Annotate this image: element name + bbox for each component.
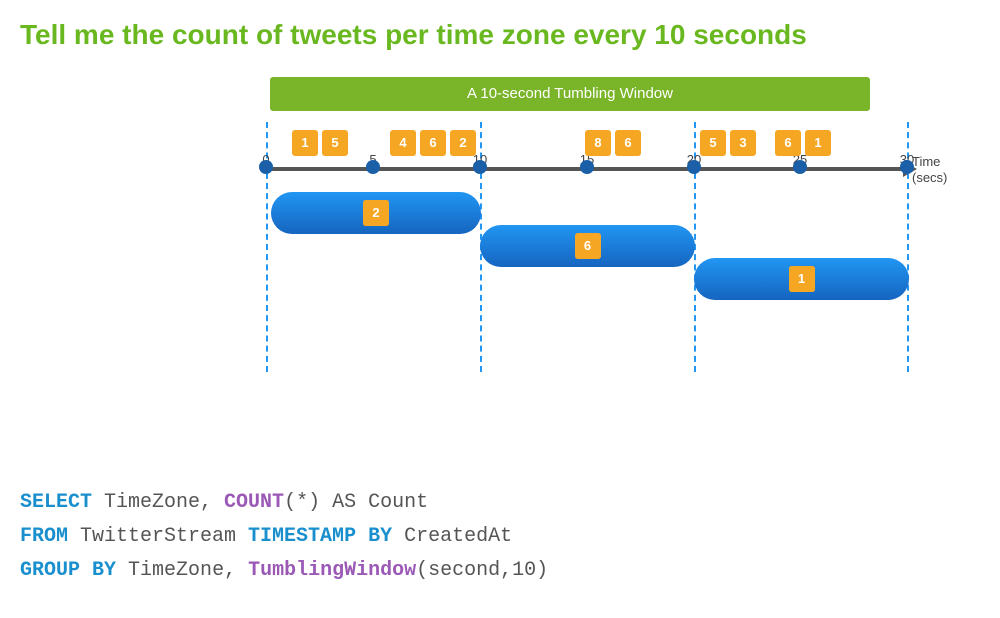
bar3-tweet-4: 1 — [789, 266, 815, 292]
sql-by2-keyword: BY — [92, 559, 116, 582]
tweet-box-5: 2 — [450, 130, 476, 156]
window-bar-1: 1 5 4 6 2 — [271, 192, 481, 234]
sql-section: SELECT TimeZone, COUNT(*) AS Count FROM … — [20, 486, 548, 588]
sql-line2-text3: CreatedAt — [392, 525, 512, 548]
tumbling-window-banner: A 10-second Tumbling Window — [270, 77, 870, 111]
dot-25 — [793, 160, 807, 174]
sql-line-3: GROUP BY TimeZone, TumblingWindow(second… — [20, 554, 548, 588]
sql-line3-text1 — [80, 559, 92, 582]
window-bar-2: 8 6 — [480, 225, 695, 267]
sql-by-keyword: BY — [368, 525, 392, 548]
bar2-tweet-2: 6 — [575, 233, 601, 259]
sql-select-keyword: SELECT — [20, 491, 92, 514]
tweet-box-1: 1 — [292, 130, 318, 156]
time-unit-label: Time(secs) — [912, 154, 947, 188]
page-title: Tell me the count of tweets per time zon… — [0, 0, 1000, 62]
sql-count-keyword: COUNT — [224, 491, 284, 514]
dot-30 — [900, 160, 914, 174]
sql-line-1: SELECT TimeZone, COUNT(*) AS Count — [20, 486, 548, 520]
sql-line2-text1: TwitterStream — [68, 525, 248, 548]
tweet-box-10: 6 — [775, 130, 801, 156]
window-bar-3: 5 3 6 1 — [694, 258, 909, 300]
sql-line-2: FROM TwitterStream TIMESTAMP BY CreatedA… — [20, 520, 548, 554]
tweet-box-7: 6 — [615, 130, 641, 156]
sql-line1-text1: TimeZone, — [92, 491, 224, 514]
sql-line1-text2: (*) AS Count — [284, 491, 428, 514]
dot-10 — [473, 160, 487, 174]
sql-from-keyword: FROM — [20, 525, 68, 548]
sql-line3-text2: TimeZone, — [116, 559, 248, 582]
tweet-box-9: 3 — [730, 130, 756, 156]
sql-tumbling-fn: TumblingWindow — [248, 559, 416, 582]
tweet-box-3: 4 — [390, 130, 416, 156]
tweet-box-8: 5 — [700, 130, 726, 156]
sql-timestamp-keyword: TIMESTAMP — [248, 525, 356, 548]
bar1-tweet-5: 2 — [363, 200, 389, 226]
sql-line2-text2 — [356, 525, 368, 548]
tweet-box-6: 8 — [585, 130, 611, 156]
sql-group-keyword: GROUP — [20, 559, 80, 582]
dot-20 — [687, 160, 701, 174]
tweet-box-2: 5 — [322, 130, 348, 156]
dot-5 — [366, 160, 380, 174]
tweet-box-11: 1 — [805, 130, 831, 156]
dot-15 — [580, 160, 594, 174]
tweet-box-4: 6 — [420, 130, 446, 156]
sql-line3-args: (second,10) — [416, 559, 548, 582]
diagram-area: A 10-second Tumbling Window 0 5 10 15 20… — [0, 62, 1000, 412]
dot-0 — [259, 160, 273, 174]
